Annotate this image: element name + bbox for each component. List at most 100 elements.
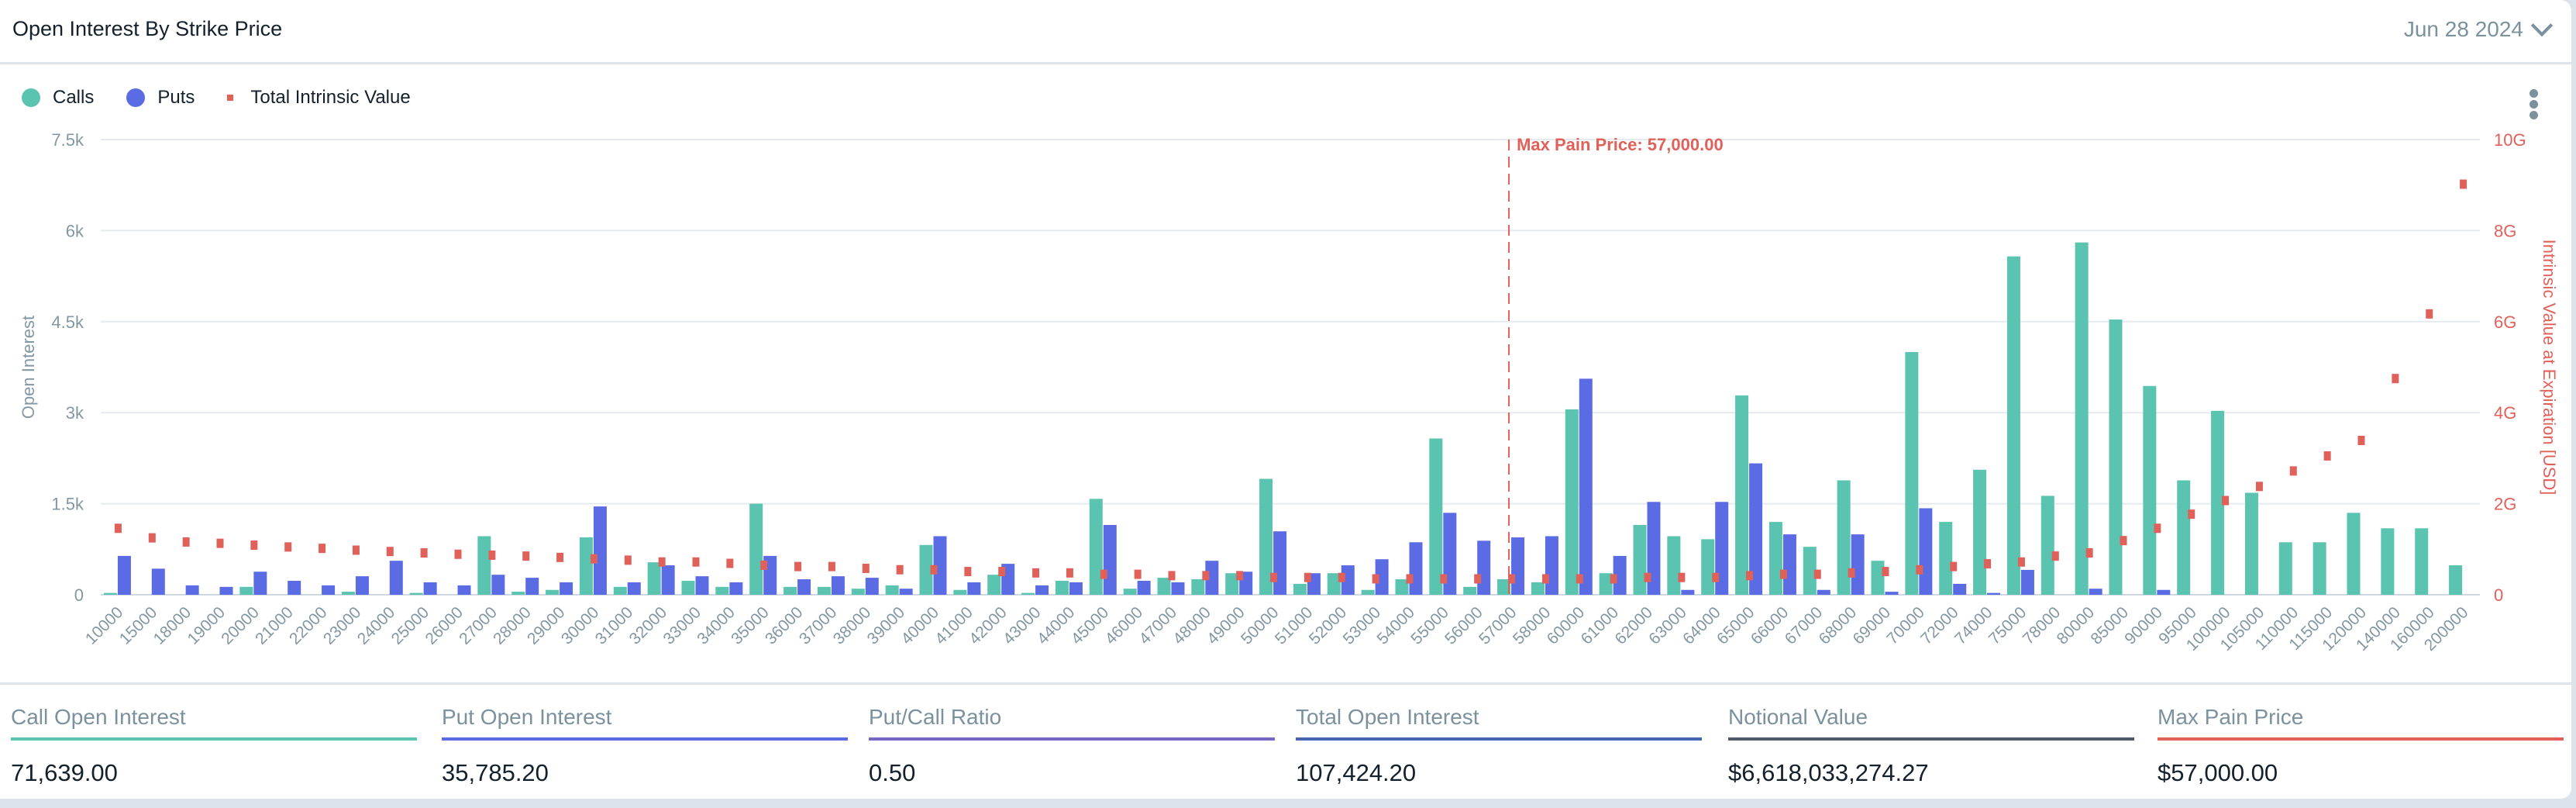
puts-bar (185, 585, 199, 595)
x-tick-label: 23000 (320, 603, 365, 648)
puts-bar (1953, 583, 1967, 595)
calls-bar (2143, 385, 2157, 595)
calls-bar (681, 580, 695, 595)
intrinsic-value-point (1406, 574, 1414, 584)
calls-bar (647, 562, 661, 595)
x-tick-label: 78000 (2020, 603, 2065, 648)
intrinsic-value-point (2323, 451, 2331, 461)
intrinsic-value-point (1372, 574, 1379, 584)
x-tick-label: 32000 (626, 603, 671, 648)
y2-axis-title: Intrinsic Value at Expiration [USD] (2540, 240, 2559, 496)
calls-bar (749, 503, 763, 595)
x-tick-label: 24000 (354, 603, 399, 648)
stat-underline (1728, 737, 2134, 741)
x-tick-label: 26000 (422, 603, 467, 648)
x-tick-label: 46000 (1102, 603, 1147, 648)
calls-bar (103, 592, 117, 595)
intrinsic-value-point (1338, 572, 1345, 582)
stat-underline (869, 737, 1275, 741)
calls-bar (1565, 409, 1579, 595)
intrinsic-value-point (2120, 536, 2127, 546)
puts-bar (560, 582, 573, 595)
calls-bar (1837, 480, 1851, 595)
intrinsic-value-point (250, 540, 258, 551)
calls-bar (1939, 522, 1953, 595)
puts-bar (457, 585, 471, 595)
x-tick-label: 50000 (1238, 603, 1283, 648)
x-tick-label: 66000 (1748, 603, 1793, 648)
stat-label: Call Open Interest (11, 705, 186, 729)
x-tick-label: 35000 (728, 603, 773, 648)
puts-bar (695, 576, 709, 595)
intrinsic-value-point (726, 558, 734, 568)
calls-bar (2347, 513, 2361, 595)
calls-bar (2278, 542, 2292, 595)
calls-bar (2109, 319, 2123, 595)
puts-bar (831, 576, 845, 595)
calls-bar (546, 589, 560, 595)
intrinsic-value-point (1474, 574, 1482, 584)
calls-bar (1429, 438, 1443, 595)
x-tick-label: 20000 (218, 603, 263, 648)
x-tick-label: 29000 (524, 603, 569, 648)
puts-bar (1885, 592, 1899, 595)
x-tick-label: 37000 (796, 603, 841, 648)
intrinsic-value-point (2289, 466, 2297, 476)
y-tick-label: 0 (74, 585, 84, 605)
x-tick-label: 44000 (1034, 603, 1079, 648)
calls-bar (613, 586, 627, 595)
calls-bar (1531, 582, 1545, 595)
puts-bar (2089, 589, 2102, 595)
stat-value: 0.50 (869, 759, 916, 786)
puts-bar (288, 580, 301, 595)
stat-value: 107,424.20 (1296, 759, 1417, 786)
calls-bar (1089, 499, 1103, 595)
calls-bar (409, 592, 423, 595)
calls-bar (579, 537, 593, 595)
x-tick-label: 75000 (1985, 603, 2030, 648)
x-tick-label: 47000 (1135, 603, 1180, 648)
puts-bar (1579, 378, 1593, 595)
calls-bar (2075, 242, 2089, 595)
stat-underline (1296, 737, 1702, 741)
intrinsic-value-point (556, 552, 564, 562)
x-tick-label: 41000 (932, 603, 976, 648)
y2-tick-label: 6G (2494, 312, 2516, 332)
x-tick-label: 85000 (2087, 603, 2132, 648)
stat-value: $6,618,033,274.27 (1728, 759, 1929, 786)
puts-bar (322, 585, 336, 595)
x-tick-label: 58000 (1510, 603, 1555, 648)
intrinsic-value-point (692, 557, 700, 567)
open-interest-card: Open Interest By Strike Price Jun 28 202… (0, 0, 2571, 799)
intrinsic-value-point (1270, 572, 1278, 582)
x-tick-label: 60000 (1544, 603, 1589, 648)
calls-bar (2381, 528, 2395, 595)
puts-bar (865, 578, 879, 595)
intrinsic-value-point (1576, 574, 1583, 584)
intrinsic-value-point (386, 547, 394, 557)
y-tick-label: 6k (66, 221, 84, 240)
intrinsic-value-point (1440, 574, 1448, 584)
y2-tick-label: 8G (2494, 221, 2516, 240)
intrinsic-value-point (1236, 571, 1244, 581)
x-tick-label: 52000 (1306, 603, 1351, 648)
x-tick-label: 42000 (966, 603, 1011, 648)
y-tick-label: 1.5k (51, 495, 84, 514)
stat-underline (442, 737, 848, 741)
x-tick-label: 57000 (1476, 603, 1520, 648)
intrinsic-value-point (2017, 557, 2025, 567)
calls-bar (1293, 583, 1307, 595)
intrinsic-value-point (658, 557, 666, 567)
intrinsic-value-point (1168, 571, 1176, 581)
puts-bar (355, 576, 369, 595)
puts-bar (1817, 589, 1830, 595)
x-tick-label: 21000 (252, 603, 297, 648)
calls-bar (1667, 536, 1681, 595)
puts-bar (1851, 534, 1865, 595)
puts-bar (1171, 582, 1185, 595)
x-tick-label: 28000 (490, 603, 535, 648)
intrinsic-value-point (624, 555, 632, 565)
intrinsic-value-point (1100, 569, 1107, 579)
x-tick-label: 18000 (150, 603, 195, 648)
stat-underline (2158, 737, 2564, 741)
